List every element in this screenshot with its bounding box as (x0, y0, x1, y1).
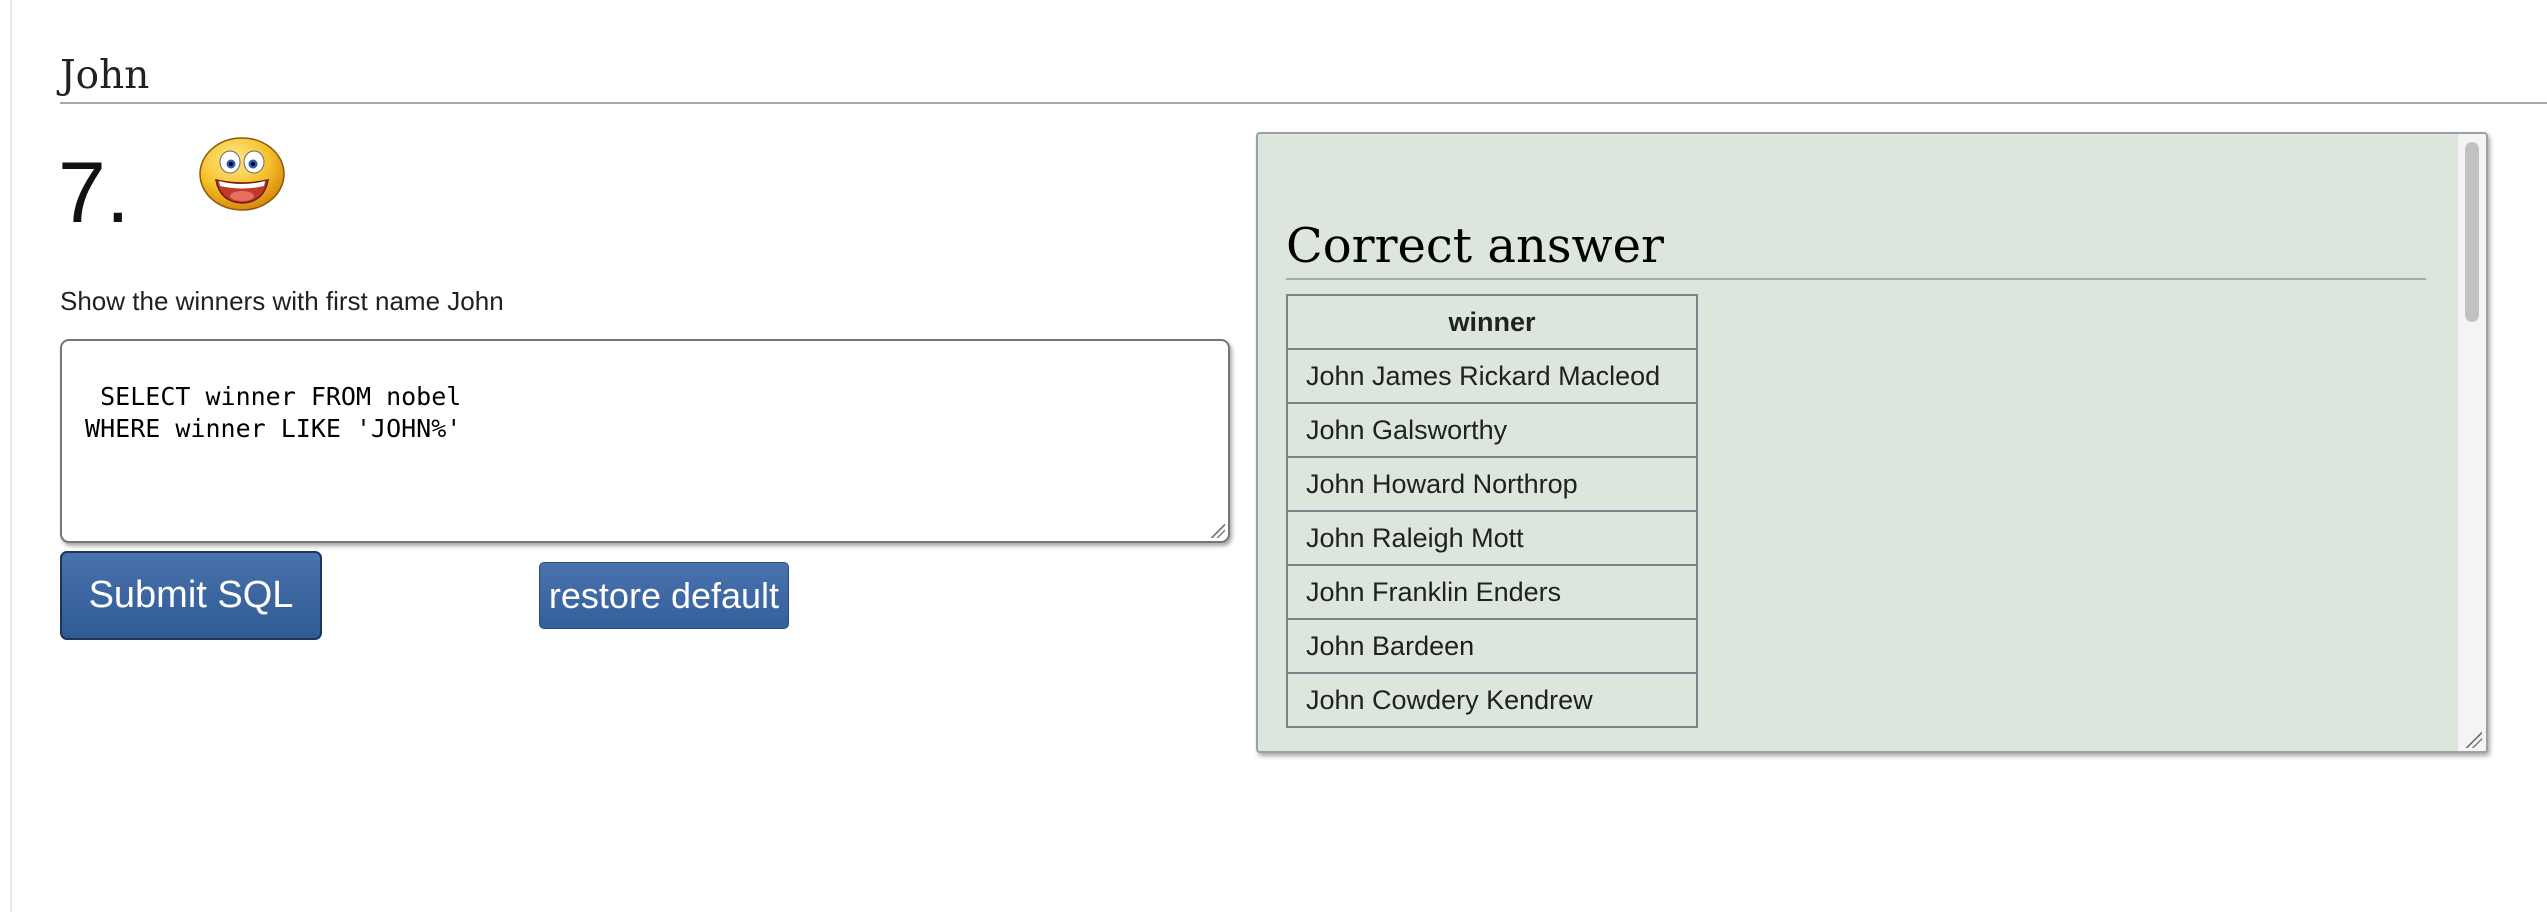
table-row: John Cowdery Kendrew (1286, 672, 1698, 728)
table-row: John Franklin Enders (1286, 564, 1698, 620)
table-row: John Bardeen (1286, 618, 1698, 674)
editor-resize-handle[interactable] (1211, 524, 1225, 538)
answer-heading: Correct answer (1286, 214, 2426, 280)
restore-default-button[interactable]: restore default (539, 562, 789, 629)
sql-editor[interactable]: SELECT winner FROM nobel WHERE winner LI… (60, 339, 1230, 543)
answer-heading-text: Correct answer (1286, 218, 1664, 274)
table-row: John James Rickard Macleod (1286, 348, 1698, 404)
scrollbar-thumb[interactable] (2465, 142, 2479, 322)
result-table: winner John James Rickard Macleod John G… (1286, 294, 1698, 728)
correct-answer-panel: Correct answer winner John James Rickard… (1256, 132, 2488, 753)
sql-editor-text[interactable]: SELECT winner FROM nobel WHERE winner LI… (70, 382, 461, 443)
table-cell: John Cowdery Kendrew (1286, 672, 1698, 728)
section-title: John (60, 53, 150, 98)
panel-resize-handle[interactable] (2466, 732, 2482, 748)
table-cell: John Galsworthy (1286, 402, 1698, 458)
table-cell: John Raleigh Mott (1286, 510, 1698, 566)
table-header-row: winner (1286, 294, 1698, 350)
column-header-winner: winner (1286, 294, 1698, 350)
submit-sql-button[interactable]: Submit SQL (60, 551, 322, 640)
question-number: 7. (58, 145, 130, 241)
question-text: Show the winners with first name John (60, 286, 504, 316)
page-left-border (10, 0, 12, 912)
section-heading: John (60, 44, 2547, 104)
answer-scrollbar[interactable] (2457, 134, 2486, 751)
table-cell: John James Rickard Macleod (1286, 348, 1698, 404)
table-cell: John Franklin Enders (1286, 564, 1698, 620)
table-cell: John Bardeen (1286, 618, 1698, 674)
smiley-face-icon (199, 137, 285, 211)
table-row: John Howard Northrop (1286, 456, 1698, 512)
table-row: John Raleigh Mott (1286, 510, 1698, 566)
table-cell: John Howard Northrop (1286, 456, 1698, 512)
table-row: John Galsworthy (1286, 402, 1698, 458)
